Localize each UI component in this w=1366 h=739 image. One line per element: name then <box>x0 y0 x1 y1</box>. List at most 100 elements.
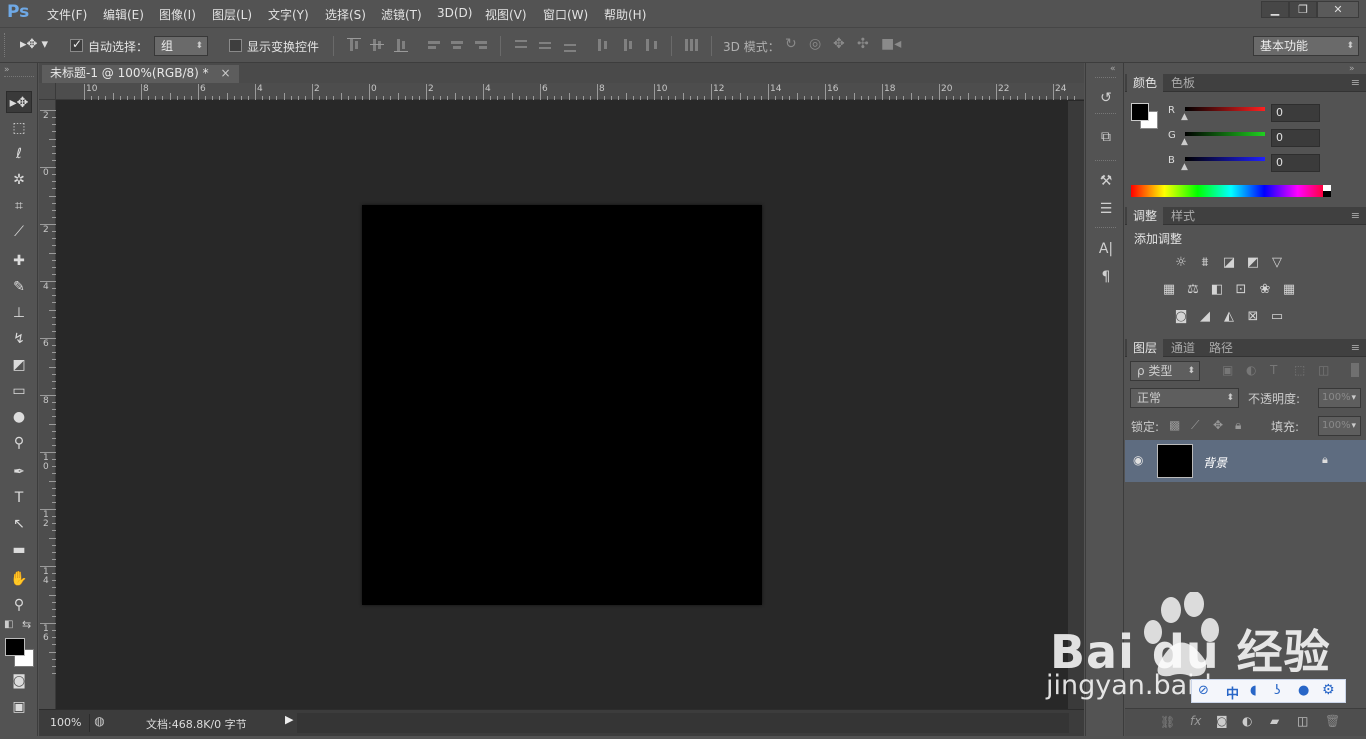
blend-mode-dropdown[interactable]: 正常 ⬍ <box>1130 388 1239 408</box>
properties-panel-icon[interactable]: ⧉ <box>1095 127 1117 147</box>
panel-menu-icon[interactable]: ≡ <box>1351 209 1360 222</box>
pen-tool-icon[interactable]: ✒ <box>6 461 32 483</box>
move-tool-icon[interactable]: ▸✥ <box>6 91 32 113</box>
menu-edit[interactable]: 编辑(E) <box>103 6 144 23</box>
panel-menu-icon[interactable]: ≡ <box>1351 341 1360 354</box>
menu-type[interactable]: 文字(Y) <box>268 6 309 23</box>
ruler-origin[interactable] <box>39 83 56 100</box>
distribute-bottom-icon[interactable] <box>563 38 577 52</box>
ime-punctuation-icon[interactable]: ◖ <box>1250 683 1257 698</box>
brightness-icon[interactable]: ☼ <box>1173 256 1189 270</box>
collapse-icon[interactable]: » <box>4 65 10 75</box>
history-brush-tool-icon[interactable]: ↯ <box>6 328 32 350</box>
vibrance-icon[interactable]: ▽ <box>1269 256 1285 270</box>
color-lookup-icon[interactable]: ▦ <box>1281 283 1297 297</box>
status-menu-arrow-icon[interactable]: ▶ <box>285 713 297 731</box>
lasso-tool-icon[interactable]: ℓ <box>6 143 32 165</box>
auto-align-icon[interactable] <box>684 38 698 52</box>
levels-icon[interactable]: ⩩ <box>1197 256 1213 270</box>
close-button[interactable]: ✕ <box>1317 1 1359 18</box>
lock-all-icon[interactable]: 🔒︎ <box>1235 418 1241 433</box>
slider-thumb-icon[interactable]: ▲ <box>1181 137 1188 147</box>
menu-image[interactable]: 图像(I) <box>159 6 196 23</box>
zoom-tool-icon[interactable]: ⚲ <box>6 594 32 616</box>
ime-emoji-icon[interactable]: ʖ <box>1274 683 1281 698</box>
menu-3d[interactable]: 3D(D) <box>437 6 472 20</box>
menu-select[interactable]: 选择(S) <box>325 6 366 23</box>
channel-g-slider[interactable] <box>1185 132 1265 136</box>
distribute-top-icon[interactable] <box>514 38 528 52</box>
filter-type-icon[interactable]: T <box>1270 363 1277 377</box>
tab-channels[interactable]: 通道 <box>1165 339 1201 357</box>
menu-file[interactable]: 文件(F) <box>47 6 87 23</box>
distribute-hcenter-icon[interactable] <box>620 38 634 52</box>
distribute-right-icon[interactable] <box>644 38 658 52</box>
grip-handle[interactable] <box>4 33 8 57</box>
auto-select-dropdown[interactable]: 组 ⬍ <box>154 36 208 56</box>
brush-tool-icon[interactable]: ✎ <box>6 276 32 298</box>
align-right-icon[interactable] <box>474 38 488 52</box>
healing-brush-tool-icon[interactable]: ✚ <box>6 250 32 272</box>
fill-input[interactable]: 100% ▾ <box>1318 416 1361 436</box>
opacity-input[interactable]: 100% ▾ <box>1318 388 1361 408</box>
3d-pan-icon[interactable]: ✥ <box>833 36 845 52</box>
lock-pixels-icon[interactable]: ⟋ <box>1191 418 1199 433</box>
slider-thumb-icon[interactable]: ▲ <box>1181 112 1188 122</box>
filter-smart-object-icon[interactable]: ◫ <box>1318 363 1329 377</box>
black-swatch[interactable] <box>1323 191 1331 197</box>
tab-layers[interactable]: 图层 <box>1127 339 1164 357</box>
ruler-horizontal[interactable]: 10 8 6 4 2 0 2 4 6 8 10 12 14 16 18 20 22 24 <box>39 83 1084 100</box>
collapse-panels-icon[interactable]: » <box>1349 64 1355 74</box>
ime-language-toggle[interactable]: 中 <box>1226 683 1239 702</box>
menu-filter[interactable]: 滤镜(T) <box>381 6 422 23</box>
ime-settings-icon[interactable]: ⚙ <box>1322 682 1335 698</box>
swap-colors-icon[interactable]: ⇆ <box>22 618 31 631</box>
gradient-map-icon[interactable]: ▭ <box>1269 310 1285 324</box>
auto-select-checkbox[interactable]: ✓ <box>70 37 83 52</box>
color-spectrum-bar[interactable] <box>1131 185 1331 197</box>
channel-g-input[interactable]: 0 <box>1271 129 1320 147</box>
channel-b-slider[interactable] <box>1185 157 1265 161</box>
layer-row[interactable]: ◉ 背景 🔒︎ <box>1125 440 1366 482</box>
layer-filter-dropdown[interactable]: ρ 类型 ⬍ <box>1130 361 1200 381</box>
selective-color-icon[interactable]: ⊠ <box>1245 310 1261 324</box>
foreground-color-chip[interactable] <box>1131 103 1149 121</box>
share-icon[interactable]: ◍ <box>89 714 109 732</box>
3d-roll-icon[interactable]: ◎ <box>809 36 821 52</box>
posterize-icon[interactable]: ◢ <box>1197 310 1213 324</box>
3d-slide-icon[interactable]: ✣ <box>857 36 869 52</box>
filter-adjustment-icon[interactable]: ◐ <box>1246 363 1256 377</box>
channel-mixer-icon[interactable]: ❀ <box>1257 283 1273 297</box>
invert-icon[interactable]: ◙ <box>1173 310 1189 324</box>
paragraph-panel-icon[interactable]: ¶ <box>1095 267 1117 287</box>
eraser-tool-icon[interactable]: ◩ <box>6 354 32 376</box>
menu-window[interactable]: 窗口(W) <box>543 6 588 23</box>
path-selection-tool-icon[interactable]: ↖ <box>6 513 32 535</box>
show-transform-checkbox[interactable] <box>229 39 242 52</box>
grip-handle[interactable] <box>1095 77 1116 78</box>
hand-tool-icon[interactable]: ✋ <box>6 568 32 590</box>
screen-mode-icon[interactable]: ▣ <box>6 696 32 718</box>
grip-handle[interactable] <box>4 76 34 78</box>
grip-handle[interactable] <box>1095 227 1116 228</box>
clone-stamp-tool-icon[interactable]: ⊥ <box>6 302 32 324</box>
brush-settings-icon[interactable]: ☰ <box>1095 199 1117 219</box>
layer-name[interactable]: 背景 <box>1203 454 1227 471</box>
channel-r-input[interactable]: 0 <box>1271 104 1320 122</box>
align-hcenter-icon[interactable] <box>450 38 464 52</box>
3d-scale-icon[interactable]: ■◂ <box>881 36 901 52</box>
document-tab[interactable]: 未标题-1 @ 100%(RGB/8) * × <box>42 65 239 83</box>
align-vcenter-icon[interactable] <box>370 38 384 52</box>
filter-shape-icon[interactable]: ⬚ <box>1294 363 1305 377</box>
quick-mask-icon[interactable]: ◙ <box>6 670 32 692</box>
dodge-tool-icon[interactable]: ⚲ <box>6 432 32 454</box>
align-top-icon[interactable] <box>347 38 361 52</box>
blur-tool-icon[interactable]: ● <box>6 406 32 428</box>
exposure-icon[interactable]: ◩ <box>1245 256 1261 270</box>
grip-handle[interactable] <box>1095 113 1116 114</box>
filter-pixel-icon[interactable]: ▣ <box>1222 363 1233 377</box>
foreground-color-swatch[interactable] <box>5 638 25 656</box>
horizontal-scrollbar[interactable] <box>297 713 1069 733</box>
color-balance-icon[interactable]: ⚖ <box>1185 283 1201 297</box>
menu-view[interactable]: 视图(V) <box>485 6 527 23</box>
